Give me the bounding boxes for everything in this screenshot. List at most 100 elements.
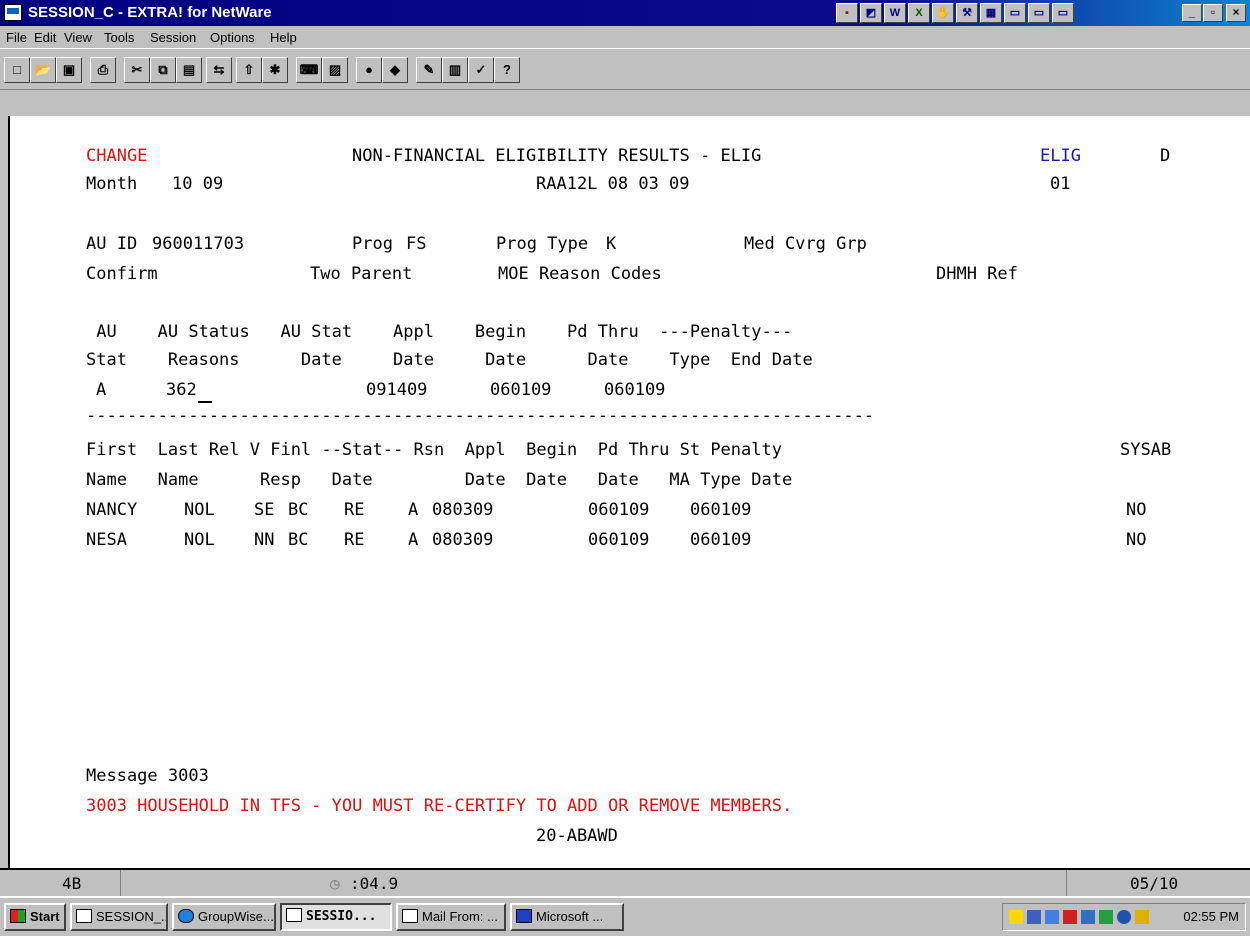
member-appl-date: 060109 xyxy=(588,500,650,520)
screen-title: NON-FINANCIAL ELIGIBILITY RESULTS - ELIG xyxy=(352,146,762,166)
taskbar-item-session-active[interactable]: SESSIO... xyxy=(280,903,392,931)
groupwise-tray-icon[interactable] xyxy=(1117,910,1131,924)
title-bar[interactable]: SESSION_C - EXTRA! for NetWare ▪ ◩ W X ✋… xyxy=(0,0,1250,26)
menu-edit[interactable]: Edit xyxy=(34,30,56,45)
folder-icon[interactable]: ◩ xyxy=(860,3,882,23)
settings-icon[interactable]: ✱ xyxy=(262,57,288,83)
menu-view[interactable]: View xyxy=(64,30,92,45)
mail-icon xyxy=(402,909,418,923)
save-icon[interactable]: ▣ xyxy=(56,57,82,83)
toolbar: □ 📂 ▣ ⎙ ✂ ⧉ ▤ ⇆ ⇧ ✱ ⌨ ▨ ● ◆ ✎ ▥ ✓ ? xyxy=(0,48,1250,90)
au-stat-date-value: 091409 xyxy=(366,380,428,400)
session-c-icon[interactable]: ▭ xyxy=(1052,3,1074,23)
restore-button[interactable]: ▫ xyxy=(1203,4,1223,22)
session-a-icon[interactable]: ▭ xyxy=(1004,3,1026,23)
antivirus-icon[interactable] xyxy=(1081,910,1095,924)
page-number: 01 xyxy=(1050,174,1071,194)
member-sysab: NO xyxy=(1126,500,1147,520)
edit-macro-icon[interactable]: ✎ xyxy=(416,57,442,83)
excel-icon[interactable]: X xyxy=(908,3,930,23)
copy-icon[interactable]: ⧉ xyxy=(150,57,176,83)
system-tray: 02:55 PM xyxy=(1002,903,1246,931)
terminal-screen[interactable]: CHANGE NON-FINANCIAL ELIGIBILITY RESULTS… xyxy=(8,116,1250,868)
member-first-name: NESA xyxy=(86,530,127,550)
check-icon[interactable]: ✓ xyxy=(468,57,494,83)
taskbar-clock: 02:55 PM xyxy=(1183,909,1239,924)
session-b-icon[interactable]: ▭ xyxy=(1028,3,1050,23)
macro-icon[interactable]: ▨ xyxy=(322,57,348,83)
member-resp: RE xyxy=(344,530,365,550)
member-table-header-2: Name Name Resp Date Date Date Date MA Ty… xyxy=(86,470,793,490)
menu-help[interactable]: Help xyxy=(270,30,297,45)
quickpad-icon[interactable]: ▥ xyxy=(442,57,468,83)
scheduler-icon[interactable] xyxy=(1099,910,1113,924)
connect-icon[interactable]: ⇆ xyxy=(206,57,232,83)
confirm-label: Confirm xyxy=(86,264,158,284)
taskbar-item-session[interactable]: SESSION_... xyxy=(70,903,168,931)
transfer-icon[interactable]: ⇧ xyxy=(236,57,262,83)
session-icon xyxy=(286,908,302,922)
netware-icon[interactable] xyxy=(1063,910,1077,924)
member-begin-date: 060109 xyxy=(690,530,752,550)
calendar-icon[interactable]: ▦ xyxy=(980,3,1002,23)
member-rel: SE xyxy=(254,500,275,520)
help-pointer-icon[interactable]: ? xyxy=(494,57,520,83)
taskbar-item-mail[interactable]: Mail From: ... xyxy=(396,903,506,931)
screen-flag: D xyxy=(1160,146,1171,166)
clock-icon: ◷ xyxy=(330,874,340,893)
speaker-icon[interactable] xyxy=(1009,910,1023,924)
screen-code: ELIG xyxy=(1040,146,1081,166)
playback-icon[interactable]: ◆ xyxy=(382,57,408,83)
au-id-label: AU ID xyxy=(86,234,138,254)
person-icon[interactable] xyxy=(1135,910,1149,924)
minimize-button[interactable]: _ xyxy=(1182,4,1202,22)
sysab-header: SYSAB xyxy=(1120,440,1172,460)
palette-icon[interactable]: ▪ xyxy=(836,3,858,23)
au-id-value[interactable]: 960011703 xyxy=(152,234,244,254)
au-appl-date-value: 060109 xyxy=(490,380,552,400)
start-button[interactable]: Start xyxy=(4,903,66,931)
new-icon[interactable]: □ xyxy=(4,57,30,83)
session-icon xyxy=(76,909,92,923)
paste-icon[interactable]: ▤ xyxy=(176,57,202,83)
au-table-header-2: Stat Reasons Date Date Date Date Type En… xyxy=(86,350,813,370)
cut-icon[interactable]: ✂ xyxy=(124,57,150,83)
prog-label: Prog xyxy=(352,234,393,254)
dhmh-ref-label: DHMH Ref xyxy=(936,264,1018,284)
operator-info: RAA12L 08 03 09 xyxy=(536,174,690,194)
month-value[interactable]: 10 09 xyxy=(172,174,223,194)
close-button[interactable]: × xyxy=(1226,4,1246,22)
monitor-icon[interactable] xyxy=(1045,910,1059,924)
cursor-position: 05/10 xyxy=(1130,874,1179,893)
menu-file[interactable]: File xyxy=(6,30,27,45)
confirm-input[interactable] xyxy=(198,401,212,403)
divider-line: ----------------------------------------… xyxy=(86,406,875,426)
member-last-name: NOL xyxy=(184,500,215,520)
network-icon[interactable] xyxy=(1027,910,1041,924)
word-icon xyxy=(516,909,532,923)
windows-logo-icon xyxy=(10,909,26,923)
open-icon[interactable]: 📂 xyxy=(30,57,56,83)
hand-icon[interactable]: ✋ xyxy=(932,3,954,23)
member-table-header-1: First Last Rel V Finl --Stat-- Rsn Appl … xyxy=(86,440,782,460)
taskbar-item-microsoft[interactable]: Microsoft ... xyxy=(510,903,624,931)
member-first-name: NANCY xyxy=(86,500,138,520)
med-cvrg-grp-label: Med Cvrg Grp xyxy=(744,234,867,254)
taskbar-item-groupwise[interactable]: GroupWise... xyxy=(172,903,276,931)
member-v: BC xyxy=(288,500,309,520)
timer-value: :04.9 xyxy=(350,874,399,893)
moe-reason-codes-label: MOE Reason Codes xyxy=(498,264,662,284)
keyboard-icon[interactable]: ⌨ xyxy=(296,57,322,83)
prog-type-label: Prog Type xyxy=(496,234,589,254)
taskbar: Start SESSION_... GroupWise... SESSIO...… xyxy=(0,896,1250,936)
record-icon[interactable]: ● xyxy=(356,57,382,83)
two-parent-label: Two Parent xyxy=(310,264,413,284)
menu-tools[interactable]: Tools xyxy=(104,30,134,45)
groupwise-icon xyxy=(178,909,194,923)
word-icon[interactable]: W xyxy=(884,3,906,23)
menu-options[interactable]: Options xyxy=(210,30,255,45)
au-begin-date-value: 060109 xyxy=(604,380,666,400)
tools-icon[interactable]: ⚒ xyxy=(956,3,978,23)
menu-session[interactable]: Session xyxy=(150,30,196,45)
print-icon[interactable]: ⎙ xyxy=(90,57,116,83)
